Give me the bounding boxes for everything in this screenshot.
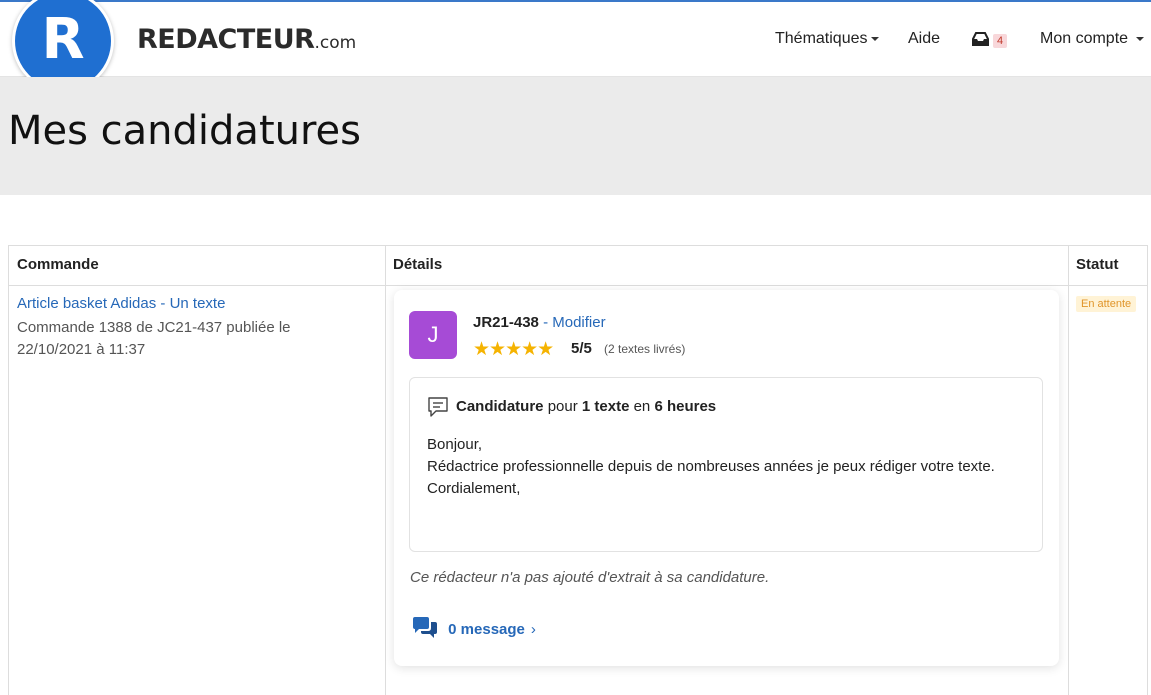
top-navbar: R REDACTEUR.com Thématiques Aide 4 Mon c…	[0, 0, 1151, 92]
no-extract-note: Ce rédacteur n'a pas ajouté d'extrait à …	[410, 569, 770, 586]
inbox-count-badge: 4	[993, 34, 1008, 48]
header-divider	[9, 285, 1147, 286]
candidature-heading: Candidature pour 1 texte en 6 heures	[456, 398, 717, 415]
candidature-box: Candidature pour 1 texte en 6 heures Bon…	[409, 377, 1043, 552]
texts-delivered: (2 textes livrés)	[604, 342, 686, 356]
nav-mon-compte[interactable]: Mon compte	[1040, 30, 1144, 48]
application-card: J JR21-438 - Modifier ★★★★★ 5/5 (2 texte…	[394, 290, 1059, 666]
status-badge: En attente	[1076, 296, 1137, 312]
chat-bubbles-icon	[413, 617, 437, 638]
caret-down-icon	[1135, 36, 1144, 41]
page-title: Mes candidatures	[8, 108, 361, 154]
header-commande: Commande	[17, 256, 99, 273]
nav-inbox[interactable]: 4	[971, 32, 1008, 51]
logo-letter: R	[41, 7, 85, 72]
header-statut: Statut	[1076, 256, 1119, 273]
caret-down-icon	[870, 36, 879, 41]
rating-score: 5/5	[571, 340, 592, 357]
writer-line: JR21-438 - Modifier	[473, 314, 606, 331]
modify-link[interactable]: Modifier	[552, 314, 605, 331]
column-divider	[1068, 246, 1069, 695]
inbox-icon	[972, 32, 989, 46]
brand-name[interactable]: REDACTEUR.com	[137, 24, 356, 55]
writer-id: JR21-438	[473, 314, 539, 331]
candidature-message: Bonjour, Rédactrice professionnelle depu…	[427, 436, 995, 497]
column-divider	[385, 246, 386, 695]
header-details: Détails	[393, 256, 443, 273]
messages-link[interactable]: 0 message ›	[412, 617, 536, 639]
nav-aide[interactable]: Aide	[908, 30, 940, 48]
comment-icon	[428, 397, 448, 417]
avatar: J	[409, 311, 457, 359]
order-link[interactable]: Article basket Adidas - Un texte	[17, 295, 225, 312]
nav-thematiques[interactable]: Thématiques	[775, 30, 879, 48]
title-band: Mes candidatures	[0, 77, 1151, 195]
chevron-right-icon: ›	[530, 621, 536, 638]
rating-stars-icon: ★★★★★	[473, 339, 554, 360]
order-info: Commande 1388 de JC21-437 publiée le 22/…	[17, 319, 291, 358]
